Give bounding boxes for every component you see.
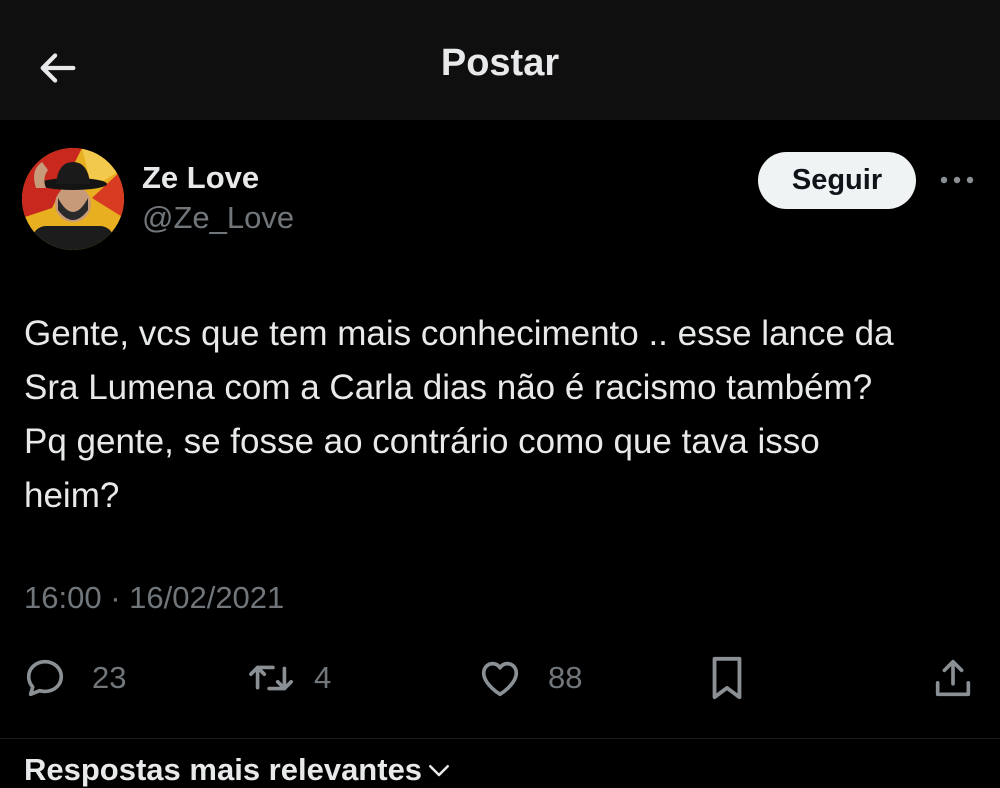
tweet-text-line: Gente, vcs que tem mais conhecimento .. … [24, 314, 894, 353]
share-icon [935, 659, 971, 697]
tweet-text-line: Sra Lumena com a Carla dias não é racism… [24, 368, 873, 407]
reply-button[interactable]: 23 [22, 648, 126, 708]
action-bar: 23 4 88 [0, 648, 1000, 708]
tweet-text-line: Pq gente, se fosse ao contrário como que… [24, 422, 820, 461]
chevron-down-icon [429, 765, 450, 777]
arrow-left-icon [40, 53, 76, 83]
like-button[interactable]: 88 [476, 648, 582, 708]
reply-count: 23 [92, 660, 127, 695]
retweet-count: 4 [314, 660, 332, 695]
back-button[interactable] [30, 40, 86, 96]
avatar-image [22, 148, 124, 250]
more-horizontal-icon [940, 176, 974, 184]
bookmark-icon [712, 656, 742, 700]
bookmark-button[interactable] [704, 648, 750, 708]
tweet-text-line: heim? [24, 476, 120, 515]
tweet-timestamp[interactable]: 16:00 · 16/02/2021 [24, 580, 284, 616]
replies-sort-dropdown[interactable]: Respostas mais relevantes [24, 752, 454, 788]
retweet-button[interactable]: 4 [246, 648, 331, 708]
divider [0, 738, 1000, 739]
retweet-icon [249, 665, 293, 691]
author-handle[interactable]: @Ze_Love [142, 200, 294, 236]
like-count: 88 [548, 660, 583, 695]
follow-button[interactable]: Seguir [758, 152, 916, 209]
avatar[interactable] [22, 148, 124, 250]
share-button[interactable] [930, 648, 976, 708]
heart-icon [481, 661, 519, 697]
top-bar: Postar [0, 0, 1000, 120]
reply-icon [26, 659, 64, 697]
author-display-name[interactable]: Ze Love [142, 160, 259, 196]
tweet-text: Gente, vcs que tem mais conhecimento .. … [24, 307, 984, 523]
replies-sort-label: Respostas mais relevantes [24, 752, 423, 787]
more-options-button[interactable] [934, 164, 980, 196]
page-title: Postar [440, 42, 560, 84]
